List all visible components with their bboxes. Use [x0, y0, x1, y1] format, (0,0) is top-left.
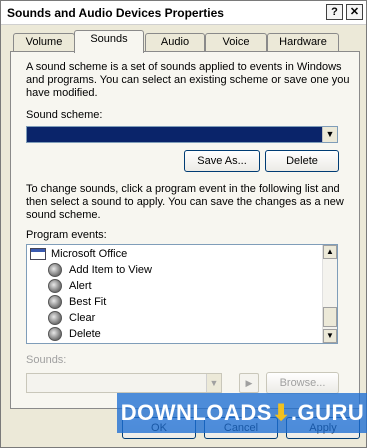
scheme-label: Sound scheme: — [26, 109, 103, 121]
scroll-up-icon[interactable]: ▲ — [323, 245, 337, 259]
tab-volume[interactable]: Volume — [13, 33, 75, 52]
play-button[interactable]: ▶ — [239, 373, 259, 393]
speaker-icon — [48, 279, 62, 293]
scheme-dropdown[interactable]: ▼ — [26, 126, 338, 143]
help-button[interactable]: ? — [326, 4, 343, 20]
speaker-icon — [48, 327, 62, 341]
tab-strip: Volume Sounds Audio Voice Hardware — [11, 30, 361, 53]
watermark-text: .GURU — [290, 400, 365, 425]
list-item-label: Add Item to View — [69, 264, 152, 276]
window-title: Sounds and Audio Devices Properties — [7, 6, 224, 20]
dropdown-arrow-icon[interactable]: ▼ — [206, 374, 221, 392]
tab-audio[interactable]: Audio — [145, 33, 205, 52]
intro-line: A sound scheme is a set of sounds applie… — [26, 61, 342, 73]
close-button[interactable]: ✕ — [346, 4, 363, 20]
scroll-thumb[interactable] — [323, 307, 337, 327]
sounds-dropdown[interactable]: ▼ — [26, 373, 222, 393]
list-item-label: Microsoft Office — [51, 248, 128, 260]
dropdown-arrow-icon[interactable]: ▼ — [322, 127, 337, 142]
delete-button[interactable]: Delete — [265, 150, 339, 172]
list-item-label: Best Fit — [69, 296, 107, 308]
title-bar[interactable]: Sounds and Audio Devices Properties ? ✕ — [1, 1, 366, 25]
save-as-button[interactable]: Save As... — [184, 150, 260, 172]
program-events-label: Program events: — [26, 229, 107, 241]
sounds-panel: A sound scheme is a set of sounds applie… — [10, 51, 360, 409]
intro-line: and programs. You can select an existing… — [26, 74, 350, 86]
change-line: To change sounds, click a program event … — [26, 183, 340, 195]
intro-line: have modified. — [26, 87, 98, 99]
change-text: To change sounds, click a program event … — [26, 183, 344, 222]
list-item-label: Clear — [69, 312, 96, 324]
program-events-list[interactable]: Microsoft Office Add Item to View Alert … — [26, 244, 338, 344]
speaker-icon — [48, 311, 62, 325]
sounds-label: Sounds: — [26, 354, 67, 366]
change-line: then select a sound to apply. You can sa… — [26, 196, 344, 208]
watermark-text: DOWNLOADS — [120, 400, 272, 425]
watermark-banner: DOWNLOADS⬇.GURU — [117, 393, 367, 433]
intro-text: A sound scheme is a set of sounds applie… — [26, 61, 349, 100]
speaker-icon — [48, 263, 62, 277]
events-scrollbar[interactable]: ▲ ▼ — [322, 245, 337, 343]
download-arrow-icon: ⬇ — [271, 400, 291, 425]
change-line: sound scheme. — [26, 209, 101, 221]
scroll-down-icon[interactable]: ▼ — [323, 329, 337, 343]
tab-hardware[interactable]: Hardware — [267, 33, 339, 52]
speaker-icon — [48, 295, 62, 309]
properties-dialog: Sounds and Audio Devices Properties ? ✕ … — [0, 0, 367, 448]
office-icon — [30, 248, 46, 260]
tab-voice[interactable]: Voice — [205, 33, 267, 52]
browse-button[interactable]: Browse... — [266, 372, 339, 394]
tab-sounds[interactable]: Sounds — [74, 30, 144, 53]
list-item-label: Delete — [69, 328, 101, 340]
list-item-label: Alert — [69, 280, 92, 292]
